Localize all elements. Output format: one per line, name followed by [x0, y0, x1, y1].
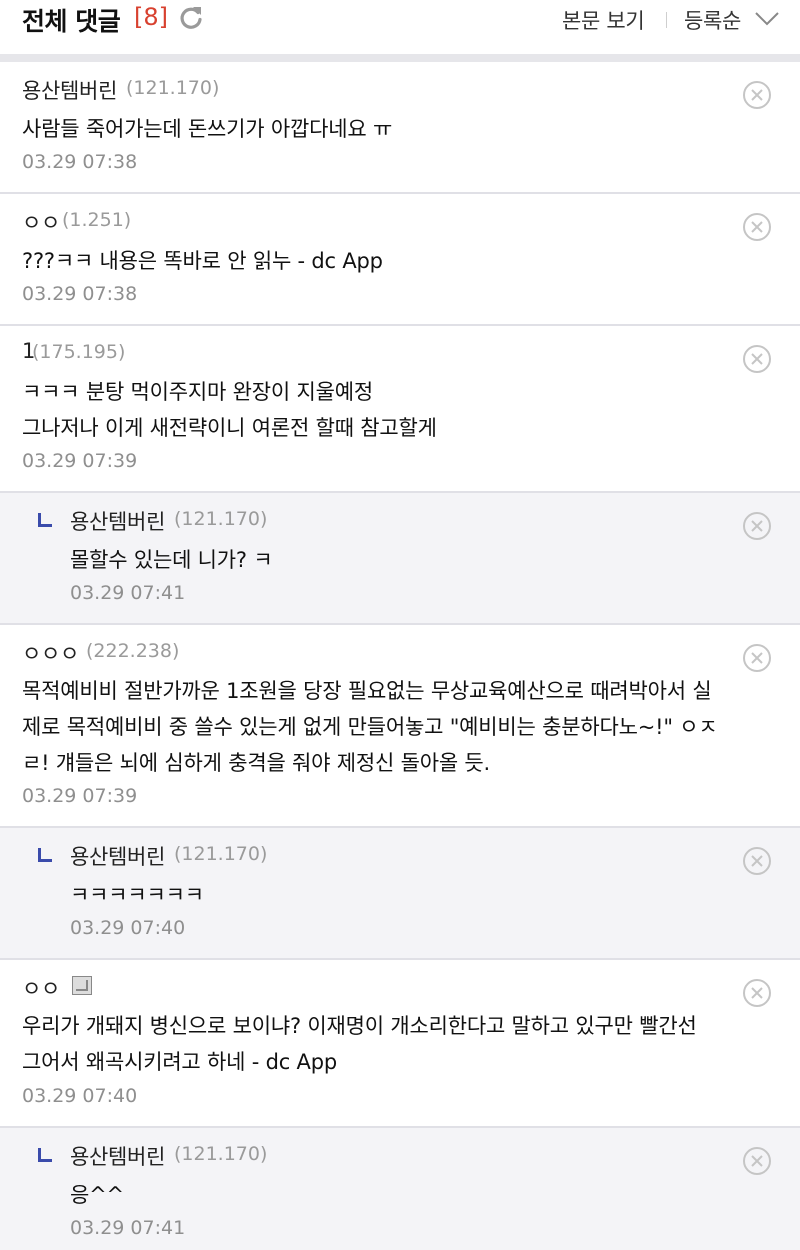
- comment-body: 응^^: [70, 1177, 124, 1213]
- comment-item: 용산템버린 (121.170) 사람들 죽어가는데 돈쓰기가 아깝다네요 ㅠ 0…: [0, 62, 800, 194]
- comment-body-line: 그어서 왜곡시키려고 하네 - dc App: [22, 1050, 337, 1074]
- comment-time: 03.29 07:39: [22, 450, 138, 472]
- comment-time: 03.29 07:38: [22, 283, 138, 305]
- comment-time: 03.29 07:40: [22, 1085, 138, 1107]
- comment-ip: (121.170): [174, 843, 268, 865]
- comment-body: ㅋㅋㅋ 분탕 먹이주지마 완장이 지울예정 그나저나 이게 새전략이니 여론전 …: [22, 374, 437, 446]
- comment-body: 우리가 개돼지 병신으로 보이냐? 이재명이 개소리한다고 말하고 있구만 빨간…: [22, 1008, 697, 1080]
- reply-arrow-icon: [38, 848, 52, 862]
- comments-title: 전체 댓글: [22, 7, 121, 36]
- comment-ip: (175.195): [32, 341, 126, 363]
- delete-comment-icon[interactable]: [742, 1146, 772, 1176]
- sort-dropdown[interactable]: 등록순: [684, 5, 741, 35]
- comment-body-line: 목적예비비 절반가까운 1조원을 당장 필요없는 무상교육예산으로 때려박아서 …: [22, 679, 712, 703]
- comment-ip: (121.170): [174, 1143, 268, 1165]
- reply-arrow-icon: [38, 1148, 52, 1162]
- comment-body-line: 응^^: [70, 1183, 124, 1207]
- comment-ip: (1.251): [62, 209, 132, 231]
- delete-comment-icon[interactable]: [742, 846, 772, 876]
- comment-item: ㅇㅇ (1.251) ???ㅋㅋ 내용은 똑바로 안 읽누 - dc App 0…: [0, 194, 800, 326]
- comment-body: 몰할수 있는데 니가? ㅋ: [70, 542, 273, 578]
- refresh-icon[interactable]: [176, 3, 206, 33]
- comment-time: 03.29 07:39: [22, 785, 138, 807]
- comment-body: 목적예비비 절반가까운 1조원을 당장 필요없는 무상교육예산으로 때려박아서 …: [22, 673, 718, 781]
- comment-body-line: ㅋㅋㅋㅋㅋㅋㅋ: [70, 883, 204, 907]
- comment-body-line: 제로 목적예비비 중 쓸수 있는게 없게 만들어놓고 "예비비는 충분하다노~!…: [22, 715, 718, 739]
- comment-body: 사람들 죽어가는데 돈쓰기가 아깝다네요 ㅠ: [22, 111, 392, 147]
- header-divider-bar: [0, 54, 800, 62]
- reply-item: 용산템버린 (121.170) ㅋㅋㅋㅋㅋㅋㅋ 03.29 07:40: [0, 828, 800, 960]
- comment-time: 03.29 07:40: [70, 917, 186, 939]
- comment-body-line: ???ㅋㅋ 내용은 똑바로 안 읽누 - dc App: [22, 249, 383, 273]
- comment-body-line: ㅋㅋㅋ 분탕 먹이주지마 완장이 지울예정: [22, 380, 373, 404]
- reply-arrow-icon: [38, 513, 52, 527]
- comment-nickname[interactable]: 용산템버린: [22, 75, 117, 105]
- comment-body-line: 우리가 개돼지 병신으로 보이냐? 이재명이 개소리한다고 말하고 있구만 빨간…: [22, 1014, 697, 1038]
- comment-nickname[interactable]: ㅇㅇㅇ: [22, 638, 79, 668]
- delete-comment-icon[interactable]: [742, 978, 772, 1008]
- comment-body-line: 몰할수 있는데 니가? ㅋ: [70, 548, 273, 572]
- comment-nickname[interactable]: ㅇㅇ: [22, 207, 60, 237]
- comment-ip: (121.170): [174, 508, 268, 530]
- chevron-down-icon[interactable]: [754, 9, 780, 27]
- gallog-icon[interactable]: [72, 976, 92, 995]
- delete-comment-icon[interactable]: [742, 212, 772, 242]
- comment-body-line: 그나저나 이게 새전략이니 여론전 할때 참고할게: [22, 416, 437, 440]
- comment-ip: (222.238): [86, 640, 180, 662]
- header-divider: [666, 12, 667, 28]
- comment-nickname[interactable]: 용산템버린: [70, 506, 165, 536]
- comment-item: ㅇㅇ 우리가 개돼지 병신으로 보이냐? 이재명이 개소리한다고 말하고 있구만…: [0, 960, 800, 1128]
- reply-item: 용산템버린 (121.170) 몰할수 있는데 니가? ㅋ 03.29 07:4…: [0, 493, 800, 625]
- comment-body: ㅋㅋㅋㅋㅋㅋㅋ: [70, 877, 204, 913]
- comment-body-line: ㄹ! 걔들은 뇌에 심하게 충격을 줘야 제정신 돌아올 듯.: [22, 751, 491, 775]
- comment-body: ???ㅋㅋ 내용은 똑바로 안 읽누 - dc App: [22, 243, 383, 279]
- reply-item: 용산템버린 (121.170) 응^^ 03.29 07:41: [0, 1128, 800, 1250]
- delete-comment-icon[interactable]: [742, 80, 772, 110]
- comment-time: 03.29 07:38: [22, 151, 138, 173]
- comment-count: [8]: [134, 3, 168, 31]
- comment-time: 03.29 07:41: [70, 1217, 186, 1239]
- view-post-button[interactable]: 본문 보기: [562, 5, 645, 35]
- comment-item: ㅇㅇㅇ (222.238) 목적예비비 절반가까운 1조원을 당장 필요없는 무…: [0, 625, 800, 828]
- comment-item: 1 (175.195) ㅋㅋㅋ 분탕 먹이주지마 완장이 지울예정 그나저나 이…: [0, 326, 800, 493]
- comment-body-line: 사람들 죽어가는데 돈쓰기가 아깝다네요 ㅠ: [22, 117, 393, 141]
- delete-comment-icon[interactable]: [742, 643, 772, 673]
- comment-ip: (121.170): [126, 77, 220, 99]
- comment-time: 03.29 07:41: [70, 582, 186, 604]
- comment-header: 전체 댓글 [8] 본문 보기 등록순: [0, 0, 800, 54]
- comment-nickname[interactable]: 용산템버린: [70, 1141, 165, 1171]
- delete-comment-icon[interactable]: [742, 344, 772, 374]
- delete-comment-icon[interactable]: [742, 511, 772, 541]
- comment-nickname[interactable]: ㅇㅇ: [22, 973, 60, 1003]
- comment-nickname[interactable]: 용산템버린: [70, 841, 165, 871]
